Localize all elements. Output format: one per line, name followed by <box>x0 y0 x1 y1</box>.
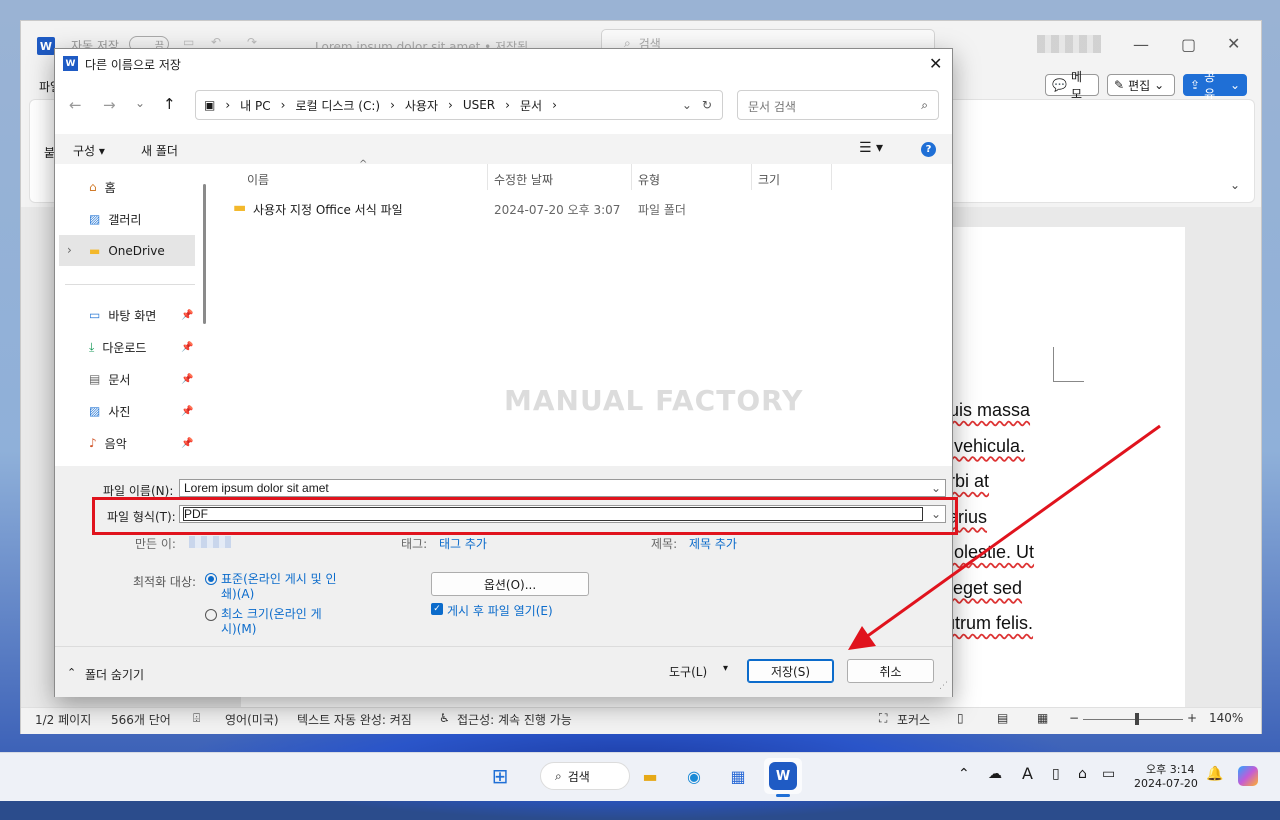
taskbar-time[interactable]: 오후 3:14 <box>1146 761 1194 777</box>
taskbar-search-label: 검색 <box>567 769 590 784</box>
start-icon[interactable]: ⊞ <box>486 762 514 790</box>
cloud-icon[interactable]: ☁ <box>988 766 1002 782</box>
word-taskbar-icon[interactable]: W <box>769 762 797 790</box>
bell-icon[interactable]: 🔔 <box>1206 766 1223 782</box>
clipboard-icon[interactable]: ▯ <box>1052 766 1060 782</box>
search-icon: ⌕ <box>555 768 562 783</box>
annotation-arrow <box>848 424 1161 650</box>
copilot-icon[interactable] <box>1238 766 1258 786</box>
arrow-head <box>848 626 876 650</box>
network-icon[interactable]: ⌂ <box>1078 766 1087 782</box>
taskbar-search[interactable]: ⌕ 검색 <box>540 762 630 790</box>
edge-icon[interactable]: ◉ <box>680 762 708 790</box>
store-icon[interactable]: ▦ <box>724 762 752 790</box>
battery-icon[interactable]: ▭ <box>1102 766 1115 782</box>
chevron-up-icon[interactable]: ⌃ <box>958 766 970 782</box>
arrow-line <box>861 424 1161 642</box>
active-indicator <box>776 794 790 797</box>
ime-icon[interactable]: A <box>1022 764 1033 783</box>
file-explorer-icon[interactable]: ▬ <box>636 762 664 790</box>
taskbar-date[interactable]: 2024-07-20 <box>1134 777 1198 790</box>
